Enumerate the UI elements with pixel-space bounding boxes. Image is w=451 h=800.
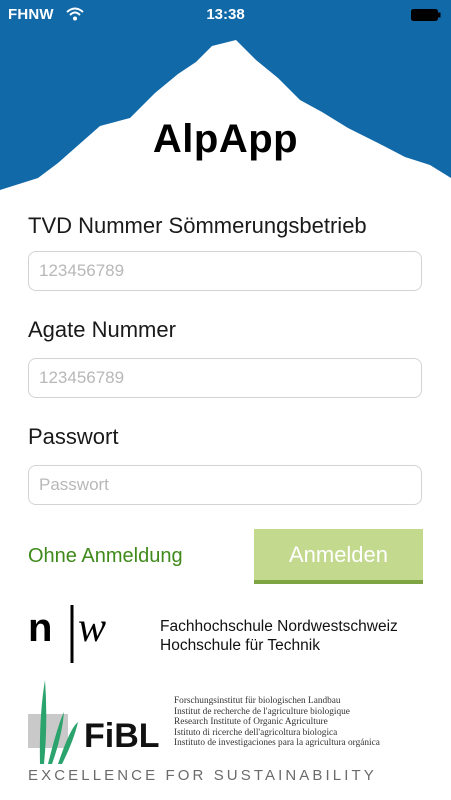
svg-text:w: w <box>78 605 106 651</box>
agate-number-input[interactable] <box>28 358 422 398</box>
fibl-wordmark: FiBL <box>84 717 160 755</box>
fibl-slogan: EXCELLENCE FOR SUSTAINABILITY <box>28 767 377 784</box>
fibl-logo: FiBL <box>28 680 160 764</box>
status-bar: FHNW 13:38 <box>0 0 451 30</box>
fhnw-line-2: Hochschule für Technik <box>160 637 320 654</box>
svg-text:n: n <box>28 606 52 650</box>
fibl-line: Institut de recherche de l'agriculture b… <box>174 706 350 717</box>
clock: 13:38 <box>206 6 245 23</box>
agate-number-label: Agate Nummer <box>28 317 176 342</box>
mountain-illustration <box>0 0 451 215</box>
login-button[interactable]: Anmelden <box>254 529 423 584</box>
fibl-line: Forschungsinstitut für biologischen Land… <box>174 696 341 706</box>
fhnw-name: Fachhochschule Nordwestschweiz Hochschul… <box>160 617 398 655</box>
fibl-line: Research Institute of Organic Agricultur… <box>174 717 328 727</box>
app-title: AlpApp <box>152 117 299 161</box>
fibl-line: Istituto di ricerche dell'agricoltura bi… <box>174 727 338 738</box>
fibl-description: Forschungsinstitut für biologischen Land… <box>174 696 380 749</box>
fibl-line: Instituto de investigaciones para la agr… <box>174 738 380 748</box>
tvd-number-label: TVD Nummer Sömmerungsbetrieb <box>28 213 367 238</box>
tvd-number-input[interactable] <box>28 251 422 291</box>
mountain-header <box>0 0 451 215</box>
password-label: Passwort <box>28 424 119 449</box>
fhnw-line-1: Fachhochschule Nordwestschweiz <box>160 618 398 635</box>
fhnw-logo: n w <box>28 605 106 663</box>
password-input[interactable] <box>28 465 422 505</box>
battery-icon <box>411 9 441 21</box>
continue-without-login-link[interactable]: Ohne Anmeldung <box>28 545 183 568</box>
